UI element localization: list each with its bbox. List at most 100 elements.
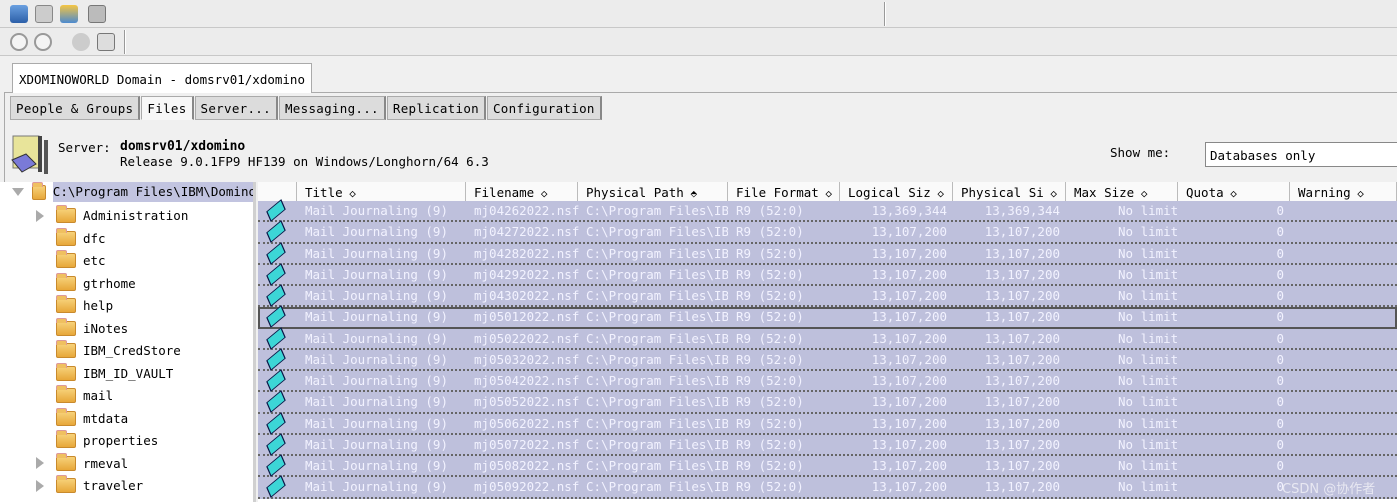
table-cell: 13,107,200: [871, 436, 947, 452]
tree-item[interactable]: dfc: [36, 227, 106, 248]
table-row[interactable]: Mail Journaling (9) mj05062022.nsf C:\Prog…: [258, 411, 1397, 435]
sort-icon[interactable]: ◇: [1044, 187, 1057, 200]
tree-item[interactable]: etc: [36, 250, 106, 271]
table-row[interactable]: Mail Journaling (9) mj05052022.nsf C:\Prog…: [258, 390, 1397, 414]
tab-files[interactable]: Files: [141, 96, 194, 120]
tab-messaging[interactable]: Messaging...: [278, 96, 386, 120]
table-row[interactable]: Mail Journaling (9) mj05072022.nsf C:\Prog…: [258, 432, 1397, 456]
column-header[interactable]: Max Size ◇: [1066, 182, 1178, 202]
sort-icon[interactable]: ◇: [931, 187, 944, 200]
table-cell: 0: [1276, 351, 1284, 367]
table-row[interactable]: Mail Journaling (9) mj04292022.nsf C:\Prog…: [258, 262, 1397, 286]
tree-item[interactable]: properties: [36, 430, 159, 451]
sort-icon[interactable]: ⬘: [684, 187, 697, 200]
table-row[interactable]: Mail Journaling (9) mj05082022.nsf C:\Prog…: [258, 454, 1397, 478]
table-cell: mj05092022.nsf: [474, 479, 580, 495]
expand-arrow-icon[interactable]: [36, 457, 44, 469]
server-icon[interactable]: [88, 5, 106, 23]
column-header[interactable]: Warning ◇: [1290, 182, 1397, 202]
tree-item[interactable]: help: [36, 295, 113, 316]
folder-icon: [56, 362, 76, 381]
tab-replication[interactable]: Replication: [386, 96, 486, 120]
find-next-icon[interactable]: [34, 33, 52, 51]
collapse-arrow-icon[interactable]: [12, 188, 24, 196]
table-row[interactable]: Mail Journaling (9) mj05012022.nsf C:\Prog…: [258, 305, 1397, 329]
tree-item-label: IBM_ID_VAULT: [83, 365, 174, 381]
sort-icon[interactable]: ◇: [534, 187, 548, 200]
database-icon[interactable]: [10, 5, 28, 23]
sort-icon[interactable]: ◇: [1134, 187, 1148, 200]
toolbar-top: [0, 0, 1397, 28]
column-header[interactable]: Title ◇: [297, 182, 466, 202]
table-cell: 13,107,200: [871, 330, 947, 346]
table-cell: R9 (52:0): [736, 479, 804, 495]
column-header-label: File Format: [736, 185, 819, 200]
table-cell: 13,369,344: [871, 203, 947, 218]
table-cell: C:\Program Files\IB: [586, 245, 728, 261]
tree-item[interactable]: gtrhome: [36, 272, 136, 293]
table-cell: C:\Program Files\IB: [586, 288, 728, 303]
database-book-icon: [266, 241, 286, 265]
database-book-icon: [266, 411, 286, 435]
tree-item[interactable]: mail: [36, 385, 113, 406]
column-header[interactable]: Physical Path ⬘: [578, 182, 728, 202]
sort-icon[interactable]: ◇: [1351, 187, 1364, 200]
watermark: CSDN @协作者: [1282, 482, 1376, 497]
table-row[interactable]: Mail Journaling (9) mj04282022.nsf C:\Prog…: [258, 241, 1397, 265]
sort-icon[interactable]: ◇: [343, 187, 356, 200]
tree-item[interactable]: iNotes: [36, 317, 128, 338]
table-cell: C:\Program Files\IB: [586, 394, 728, 410]
column-header[interactable]: Quota ◇: [1178, 182, 1290, 202]
table-cell: 13,107,200: [984, 436, 1060, 452]
tree-item[interactable]: rmeval: [36, 452, 128, 473]
tab-server[interactable]: Server...: [194, 96, 278, 120]
new-database-icon[interactable]: [60, 5, 78, 23]
database-book-icon: [266, 326, 286, 350]
tree-item[interactable]: traveler: [36, 475, 143, 496]
table-cell: Mail Journaling (9): [305, 458, 448, 473]
table-row[interactable]: Mail Journaling (9) mj04272022.nsf C:\Prog…: [258, 220, 1397, 244]
server-label: Server:: [58, 140, 111, 155]
tree-item[interactable]: IBM_CredStore: [36, 340, 181, 361]
sort-icon[interactable]: ◇: [1224, 187, 1237, 200]
add-user-icon[interactable]: [72, 33, 90, 51]
show-me-select[interactable]: Databases only: [1205, 142, 1397, 167]
table-cell: R9 (52:0): [736, 309, 804, 325]
tree-item[interactable]: IBM_ID_VAULT: [36, 362, 174, 383]
tree-item[interactable]: mtdata: [36, 407, 128, 428]
table-cell: 13,107,200: [984, 351, 1060, 367]
table-row[interactable]: Mail Journaling (9) mj05092022.nsf C:\Prog…: [258, 475, 1397, 499]
find-icon[interactable]: [10, 33, 28, 51]
tree-root-label: C:\Program Files\IBM\Domino: [52, 182, 253, 202]
table-cell: R9 (52:0): [736, 266, 804, 282]
table-row[interactable]: Mail Journaling (9) mj04262022.nsf C:\Prog…: [258, 199, 1397, 223]
table-row[interactable]: Mail Journaling (9) mj05032022.nsf C:\Prog…: [258, 347, 1397, 371]
tree-item-label: properties: [83, 433, 159, 448]
table-row[interactable]: Mail Journaling (9) mj05022022.nsf C:\Prog…: [258, 326, 1397, 350]
tab-configuration[interactable]: Configuration: [486, 96, 602, 120]
tab-people-groups[interactable]: People & Groups: [10, 96, 141, 120]
column-header[interactable]: Filename ◇: [466, 182, 578, 202]
table-row[interactable]: Mail Journaling (9) mj05042022.nsf C:\Prog…: [258, 369, 1397, 393]
table-cell: 13,107,200: [871, 479, 947, 495]
column-header[interactable]: Physical Si ◇: [953, 182, 1066, 202]
tree-root[interactable]: C:\Program Files\IBM\Domino: [10, 182, 253, 202]
column-header[interactable]: Logical Siz ◇: [840, 182, 953, 202]
tree-item[interactable]: Administration: [36, 205, 188, 226]
open-folder-icon: [31, 182, 46, 200]
expand-arrow-icon[interactable]: [36, 209, 44, 222]
table-cell: Mail Journaling (9): [305, 436, 448, 452]
notebook-icon[interactable]: [97, 33, 115, 51]
column-header[interactable]: File Format ◇: [728, 182, 840, 202]
folder-icon: [56, 205, 76, 223]
expand-arrow-icon[interactable]: [36, 479, 44, 492]
sort-icon[interactable]: ◇: [819, 187, 832, 200]
table-cell: 0: [1276, 288, 1284, 303]
copy-database-icon[interactable]: [35, 5, 53, 23]
database-book-icon: [266, 199, 286, 222]
domain-tab[interactable]: XDOMINOWORLD Domain - domsrv01/xdomino: [12, 63, 312, 93]
table-cell: 13,107,200: [984, 394, 1060, 410]
table-cell: Mail Journaling (9): [305, 479, 448, 495]
tree-item-label: IBM_CredStore: [83, 343, 181, 358]
table-row[interactable]: Mail Journaling (9) mj04302022.nsf C:\Prog…: [258, 284, 1397, 308]
